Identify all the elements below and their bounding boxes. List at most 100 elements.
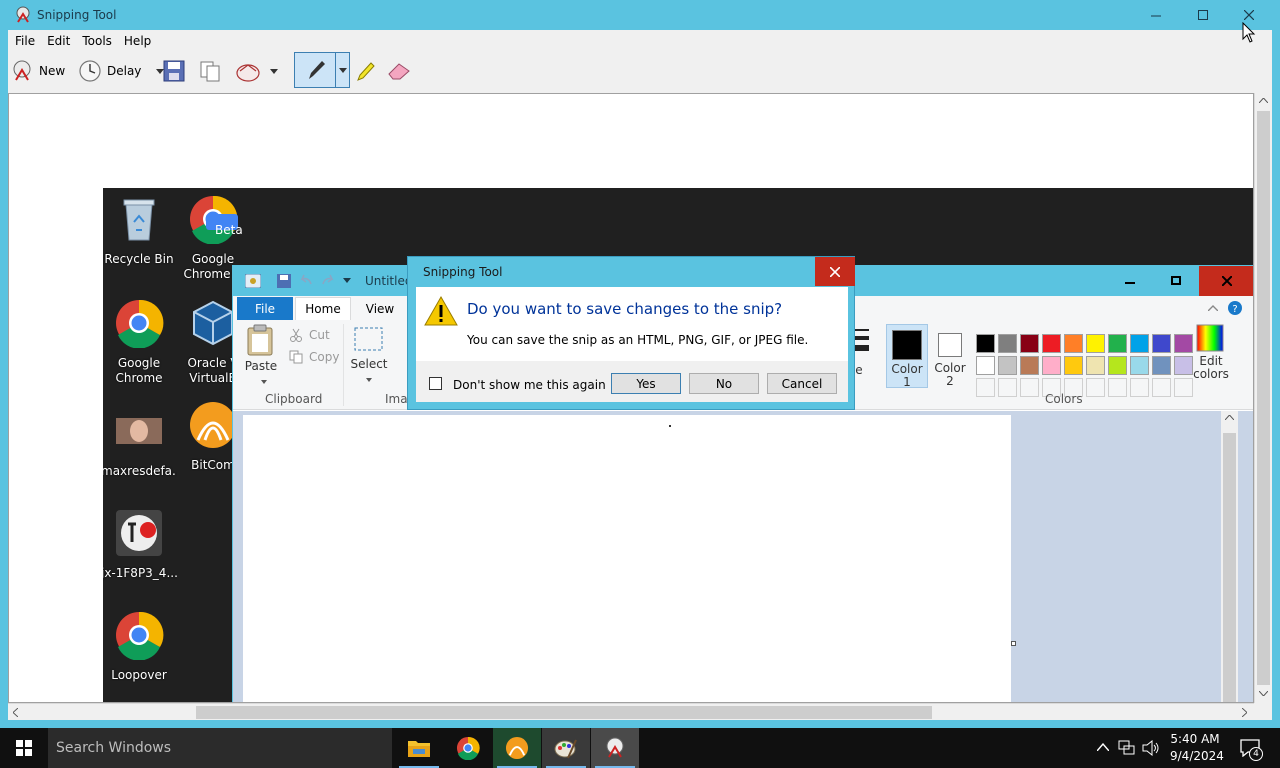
color2-button[interactable]: Color 2 bbox=[930, 324, 972, 388]
action-center-button[interactable]: 4 bbox=[1232, 728, 1280, 768]
pen-tool-button[interactable] bbox=[294, 52, 350, 88]
eraser-button[interactable] bbox=[386, 56, 412, 86]
horizontal-scroll-thumb[interactable] bbox=[196, 706, 932, 719]
custom-color-slot[interactable] bbox=[1086, 378, 1105, 397]
chevron-down-icon[interactable] bbox=[343, 278, 351, 283]
color-swatch[interactable] bbox=[1020, 356, 1039, 375]
dialog-close-button[interactable] bbox=[815, 257, 855, 286]
edit-colors-button[interactable]: Edit colors bbox=[1189, 324, 1233, 388]
svg-text:?: ? bbox=[1232, 304, 1237, 315]
desktop-icon-jx-file[interactable]: jx-1F8P3_4... bbox=[103, 508, 177, 581]
toolbar: New Delay bbox=[8, 52, 1272, 92]
tab-home[interactable]: Home bbox=[295, 297, 351, 320]
color-swatch[interactable] bbox=[1152, 356, 1171, 375]
color-swatch[interactable] bbox=[1108, 356, 1127, 375]
volume-icon[interactable] bbox=[1142, 740, 1160, 756]
new-snip-button[interactable]: New bbox=[10, 56, 65, 86]
snip-horizontal-scrollbar[interactable] bbox=[8, 703, 1254, 720]
menu-help[interactable]: Help bbox=[118, 34, 157, 48]
copy-button[interactable] bbox=[198, 56, 222, 86]
taskbar-search[interactable]: Search Windows bbox=[48, 728, 392, 768]
save-icon[interactable] bbox=[277, 274, 291, 288]
dont-show-label[interactable]: Don't show me this again bbox=[453, 378, 606, 392]
chevron-up-icon[interactable] bbox=[1097, 743, 1109, 751]
color-swatch[interactable] bbox=[1042, 356, 1061, 375]
custom-color-slot[interactable] bbox=[1152, 378, 1171, 397]
custom-color-slot[interactable] bbox=[998, 378, 1017, 397]
save-button[interactable] bbox=[162, 56, 186, 86]
chevron-down-icon[interactable] bbox=[339, 68, 347, 73]
tab-file[interactable]: File bbox=[237, 297, 293, 320]
taskbar-paint[interactable] bbox=[542, 728, 590, 768]
paint-close-button[interactable] bbox=[1199, 266, 1253, 296]
chevron-down-icon bbox=[261, 380, 267, 384]
desktop-icon-loopover[interactable]: Loopover bbox=[103, 610, 177, 683]
custom-color-slot[interactable] bbox=[976, 378, 995, 397]
select-button[interactable]: Select bbox=[349, 324, 389, 388]
dont-show-checkbox[interactable] bbox=[429, 377, 442, 390]
cut-button[interactable]: Cut bbox=[289, 328, 330, 342]
snip-titlebar[interactable]: Snipping Tool bbox=[0, 0, 1280, 30]
color-swatch[interactable] bbox=[1064, 356, 1083, 375]
color-swatch[interactable] bbox=[1086, 356, 1105, 375]
color-swatch[interactable] bbox=[1086, 334, 1105, 353]
taskbar-snipping-tool[interactable] bbox=[591, 728, 639, 768]
send-snip-icon bbox=[236, 64, 260, 82]
paint-canvas[interactable] bbox=[243, 415, 1016, 702]
desktop-icon-label: Google Chrome bbox=[115, 356, 163, 385]
snip-vertical-scrollbar[interactable] bbox=[1254, 93, 1272, 703]
color-swatch[interactable] bbox=[1130, 334, 1149, 353]
vertical-scroll-thumb[interactable] bbox=[1257, 111, 1270, 685]
network-icon[interactable] bbox=[1118, 740, 1136, 756]
menu-file[interactable]: File bbox=[9, 34, 41, 48]
paint-minimize-button[interactable] bbox=[1107, 266, 1153, 296]
send-snip-button[interactable] bbox=[234, 56, 278, 86]
menu-edit[interactable]: Edit bbox=[41, 34, 76, 48]
undo-icon[interactable] bbox=[299, 274, 313, 288]
highlighter-button[interactable] bbox=[354, 56, 378, 86]
color-swatch[interactable] bbox=[1020, 334, 1039, 353]
tray-clock[interactable]: 5:40 AM 9/4/2024 bbox=[1170, 731, 1224, 765]
desktop-icon-chrome[interactable]: Google Chrome bbox=[103, 298, 177, 386]
resize-handle[interactable] bbox=[1011, 641, 1016, 646]
paste-button[interactable]: Paste bbox=[241, 324, 281, 388]
yes-button[interactable]: Yes bbox=[611, 373, 681, 394]
custom-color-slot[interactable] bbox=[1108, 378, 1127, 397]
tab-view[interactable]: View bbox=[355, 297, 405, 320]
copy-button[interactable]: Copy bbox=[289, 350, 339, 364]
color-swatch[interactable] bbox=[976, 334, 995, 353]
paint-vertical-scrollbar[interactable] bbox=[1221, 411, 1238, 702]
delay-button[interactable]: Delay bbox=[78, 56, 165, 86]
copy-label: Copy bbox=[309, 350, 340, 364]
color-swatch[interactable] bbox=[998, 356, 1017, 375]
color-swatch[interactable] bbox=[1064, 334, 1083, 353]
color-swatch[interactable] bbox=[1042, 334, 1061, 353]
taskbar-chrome[interactable] bbox=[444, 728, 492, 768]
cancel-button[interactable]: Cancel bbox=[767, 373, 837, 394]
no-button[interactable]: No bbox=[689, 373, 759, 394]
collapse-ribbon-icon[interactable] bbox=[1208, 305, 1218, 311]
color-swatch[interactable] bbox=[1152, 334, 1171, 353]
desktop-icon-maxresdefault[interactable]: maxresdefa... bbox=[103, 406, 177, 479]
color2-swatch bbox=[938, 333, 962, 357]
menu-tools[interactable]: Tools bbox=[76, 34, 118, 48]
taskbar-file-explorer[interactable] bbox=[395, 728, 443, 768]
minimize-button[interactable] bbox=[1133, 0, 1179, 30]
custom-color-slot[interactable] bbox=[1130, 378, 1149, 397]
color-swatch[interactable] bbox=[976, 356, 995, 375]
help-icon[interactable]: ? bbox=[1228, 301, 1242, 315]
redo-icon[interactable] bbox=[321, 274, 335, 288]
size-button[interactable] bbox=[855, 328, 869, 357]
search-placeholder: Search Windows bbox=[56, 740, 172, 756]
color-swatch[interactable] bbox=[998, 334, 1017, 353]
color-swatch[interactable] bbox=[1108, 334, 1127, 353]
start-button[interactable] bbox=[0, 728, 48, 768]
taskbar-bitcomet[interactable] bbox=[493, 728, 541, 768]
custom-color-slot[interactable] bbox=[1020, 378, 1039, 397]
maximize-button[interactable] bbox=[1180, 0, 1226, 30]
color1-button[interactable]: Color 1 bbox=[886, 324, 928, 389]
paint-maximize-button[interactable] bbox=[1153, 266, 1199, 296]
chevron-down-icon[interactable] bbox=[270, 68, 278, 74]
desktop-icon-recycle-bin[interactable]: Recycle Bin bbox=[103, 194, 177, 267]
color-swatch[interactable] bbox=[1130, 356, 1149, 375]
